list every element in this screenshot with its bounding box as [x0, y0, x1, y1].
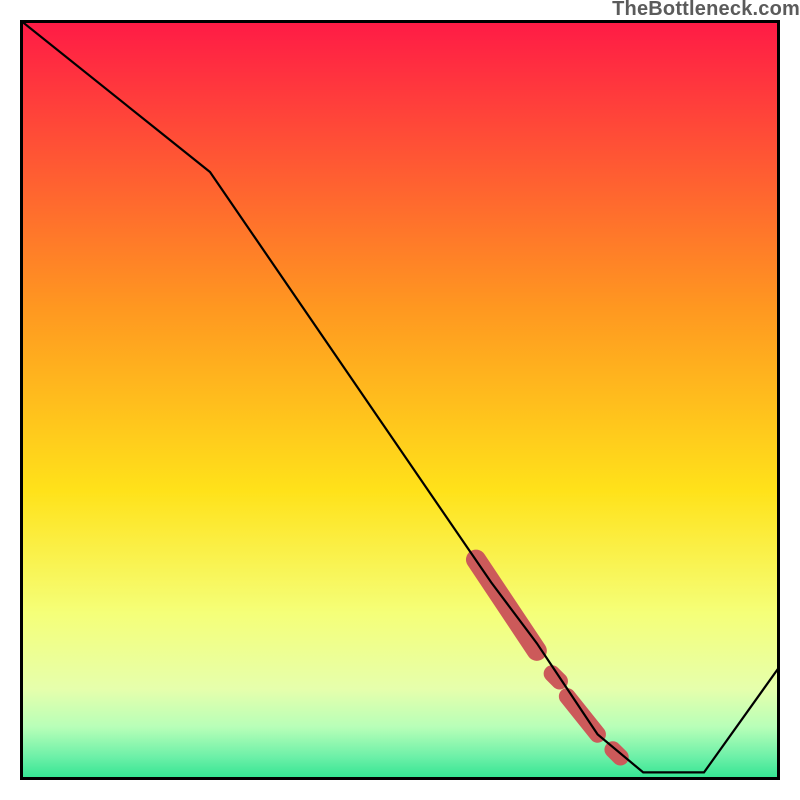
curve-line — [20, 20, 780, 772]
plot-area — [20, 20, 780, 780]
curve-layer — [20, 20, 780, 780]
chart-stage: TheBottleneck.com — [0, 0, 800, 800]
watermark-text: TheBottleneck.com — [612, 0, 800, 21]
